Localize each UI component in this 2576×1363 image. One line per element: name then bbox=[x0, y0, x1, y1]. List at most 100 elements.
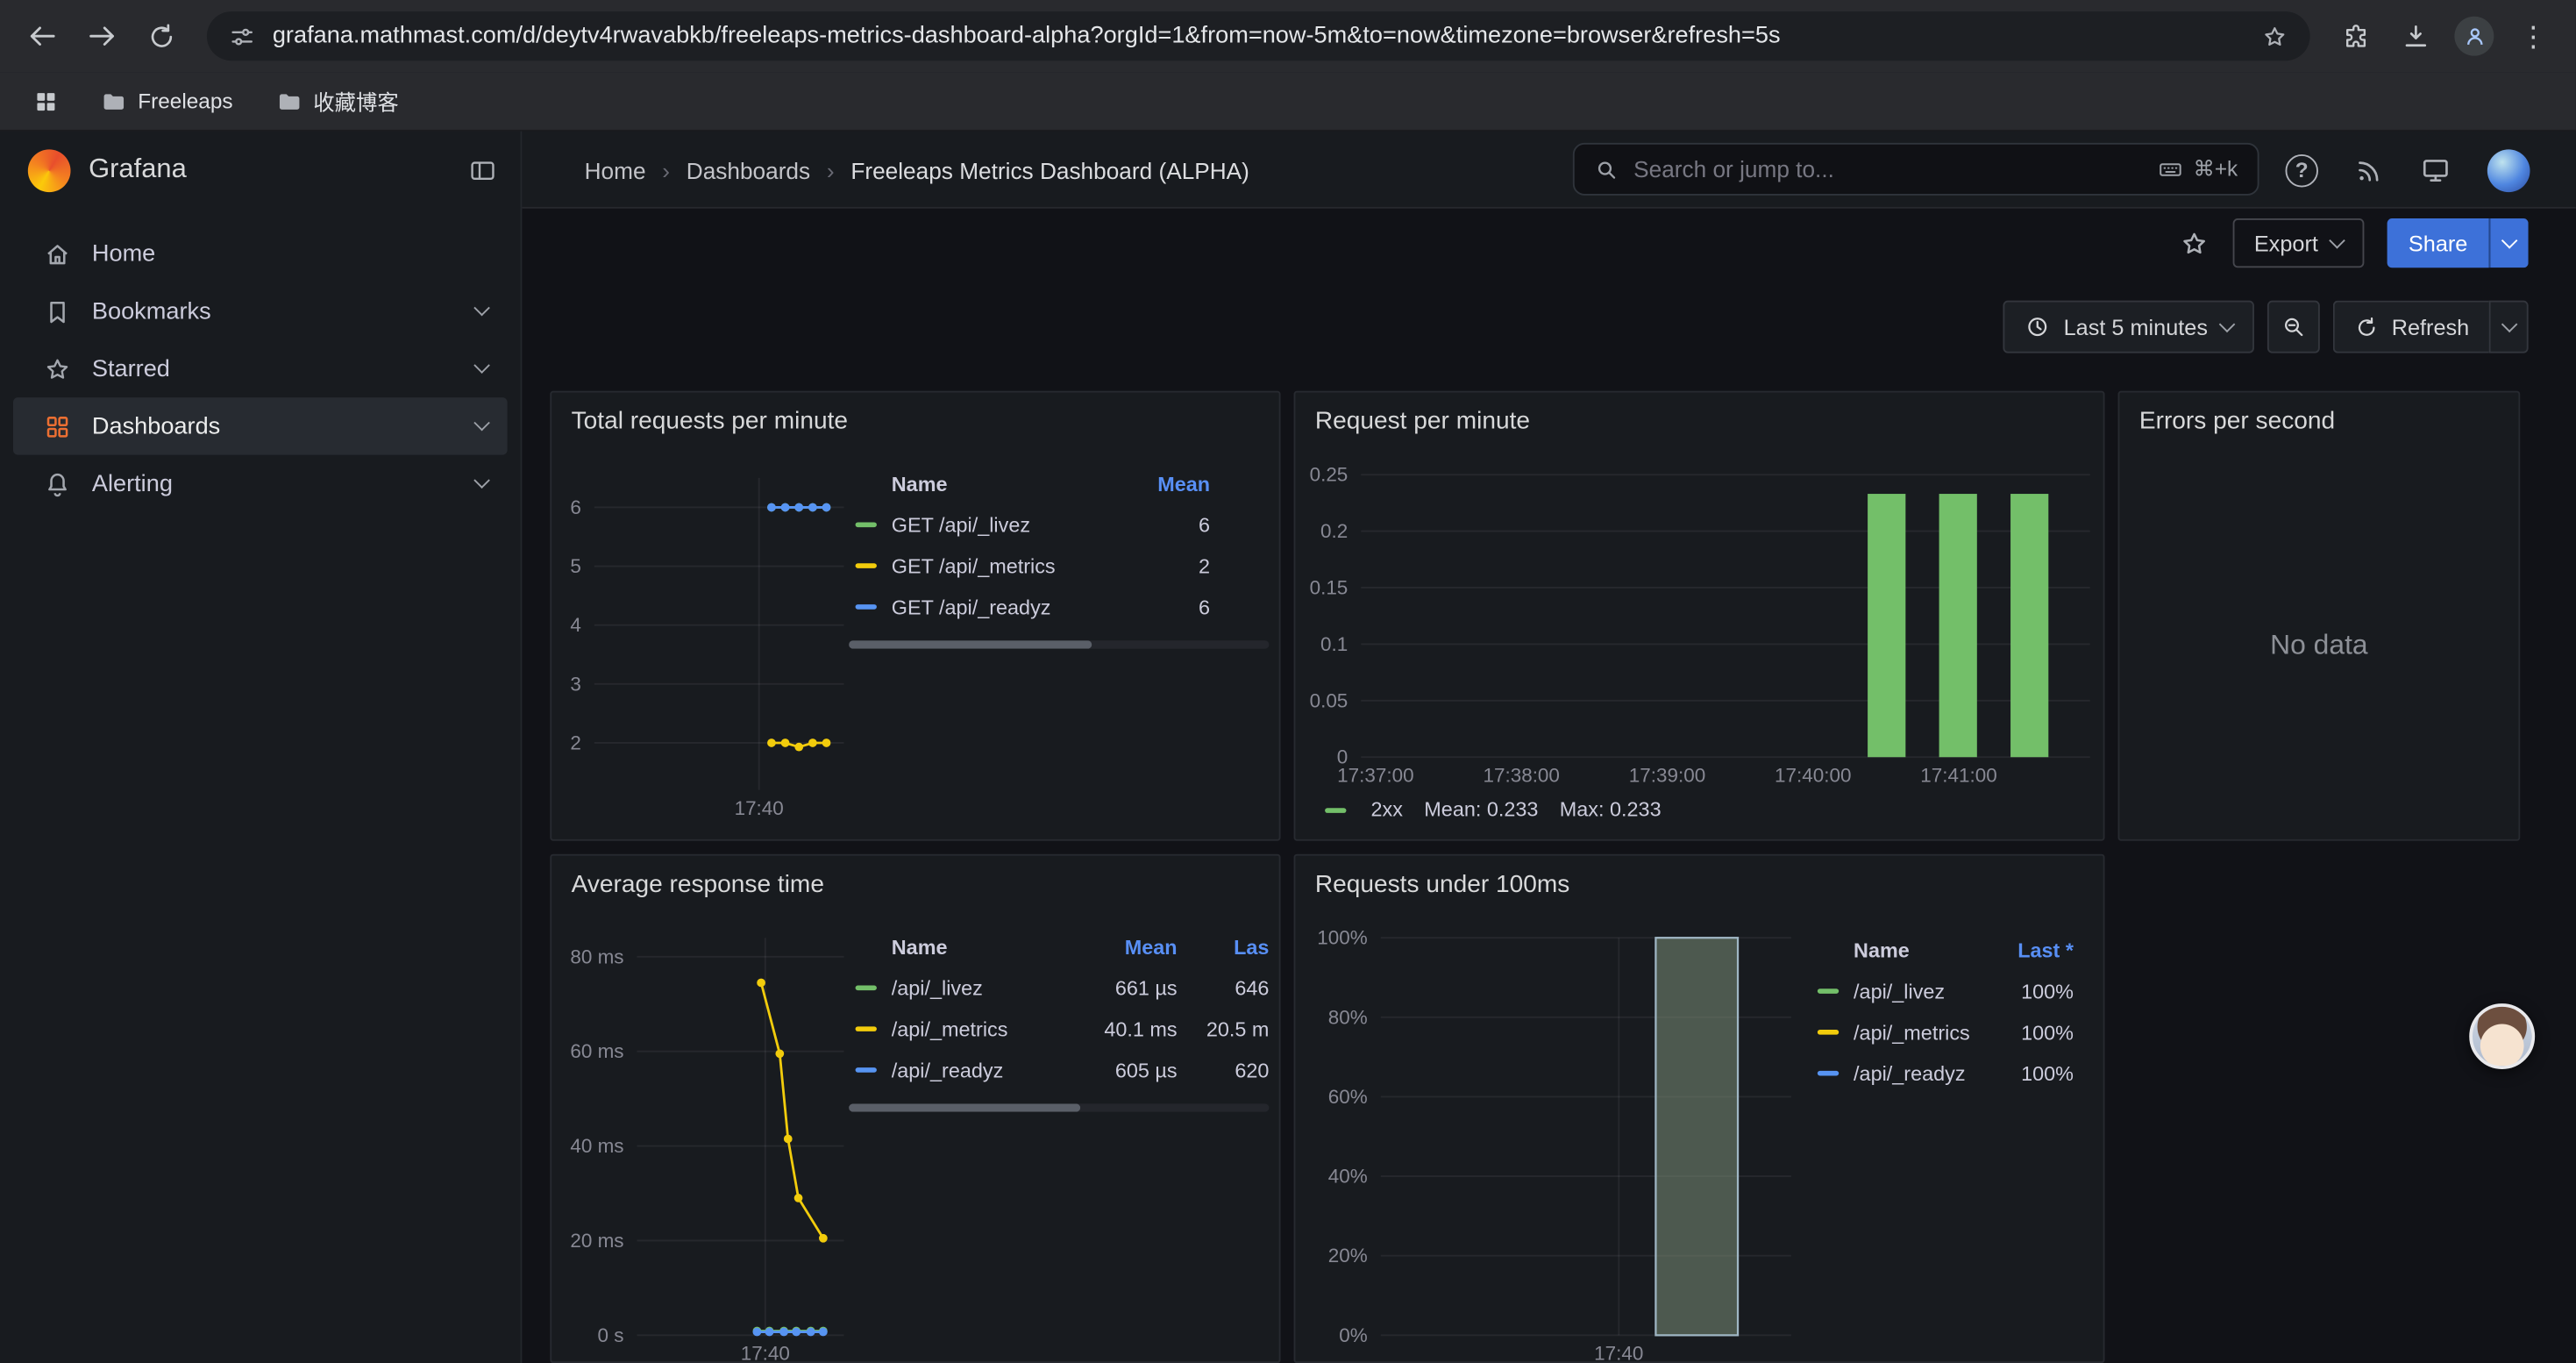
site-settings-icon[interactable] bbox=[228, 22, 256, 50]
search-input[interactable]: Search or jump to... ⌘+k bbox=[1573, 143, 2259, 196]
export-button[interactable]: Export bbox=[2232, 218, 2364, 268]
series-color-swatch[interactable] bbox=[856, 604, 877, 610]
legend-row: GET /api/_metrics 2 bbox=[849, 546, 1269, 587]
legend-series-name[interactable]: /api/_metrics bbox=[892, 1017, 1078, 1040]
legend-scrollbar[interactable] bbox=[849, 640, 1269, 648]
svg-text:0.05: 0.05 bbox=[1310, 689, 1348, 711]
series-color-swatch[interactable] bbox=[856, 986, 877, 991]
legend-series-name[interactable]: /api/_livez bbox=[892, 976, 1078, 999]
panel-average-response-time: Average response time 80 ms60 ms40 ms20 … bbox=[550, 854, 1280, 1363]
share-menu-caret[interactable] bbox=[2489, 218, 2529, 268]
time-range-picker[interactable]: Last 5 minutes bbox=[2003, 301, 2253, 353]
legend-row: /api/_metrics 40.1 ms 20.5 m bbox=[849, 1009, 1269, 1050]
legend-header-last[interactable]: Last * bbox=[1995, 939, 2074, 962]
svg-text:17:38:00: 17:38:00 bbox=[1483, 764, 1559, 786]
user-avatar[interactable] bbox=[2487, 148, 2530, 191]
favorite-star-icon[interactable] bbox=[2179, 227, 2210, 259]
chevron-down-icon[interactable] bbox=[473, 357, 490, 374]
sidebar-item-dashboards[interactable]: Dashboards bbox=[13, 397, 508, 455]
breadcrumb-current: Freeleaps Metrics Dashboard (ALPHA) bbox=[850, 157, 1249, 183]
legend-header-mean[interactable]: Mean bbox=[1112, 473, 1210, 496]
refresh-button[interactable]: Refresh bbox=[2332, 301, 2488, 353]
sidebar-item-alerting[interactable]: Alerting bbox=[13, 455, 508, 513]
legend-header-name[interactable]: Name bbox=[849, 473, 1112, 496]
panel-title[interactable]: Errors per second bbox=[2139, 407, 2335, 435]
panel-title[interactable]: Total requests per minute bbox=[572, 407, 848, 435]
share-button[interactable]: Share bbox=[2387, 218, 2489, 268]
chevron-down-icon bbox=[2501, 232, 2518, 248]
dashboard-actions: Export Share bbox=[522, 209, 2575, 278]
legend-header-name[interactable]: Name bbox=[1811, 939, 1995, 962]
series-color-swatch[interactable] bbox=[1818, 1030, 1839, 1035]
home-icon bbox=[43, 239, 73, 268]
monitor-icon[interactable] bbox=[2420, 154, 2451, 186]
sidebar-item-home[interactable]: Home bbox=[13, 225, 508, 283]
extensions-icon[interactable] bbox=[2330, 10, 2382, 62]
legend-last-value: 646 bbox=[1184, 976, 1269, 999]
bookmark-folder-freeleaps[interactable]: Freeleaps bbox=[85, 82, 247, 121]
forward-button[interactable] bbox=[75, 10, 128, 62]
back-button[interactable] bbox=[17, 10, 69, 62]
breadcrumb-home[interactable]: Home bbox=[585, 157, 646, 183]
sidebar-item-bookmarks[interactable]: Bookmarks bbox=[13, 282, 508, 340]
legend-series-name[interactable]: /api/_livez bbox=[1854, 980, 1995, 1003]
scrollbar-thumb[interactable] bbox=[849, 1103, 1080, 1111]
svg-text:17:40:00: 17:40:00 bbox=[1775, 764, 1851, 786]
bookmark-star-icon[interactable] bbox=[2260, 22, 2288, 50]
app-header: Home › Dashboards › Freeleaps Metrics Da… bbox=[522, 132, 2575, 209]
chevron-down-icon[interactable] bbox=[473, 472, 490, 489]
chevron-down-icon bbox=[2329, 232, 2345, 248]
legend-mean-value: 661 µs bbox=[1078, 976, 1177, 999]
svg-text:0 s: 0 s bbox=[598, 1324, 624, 1346]
sidebar-header: Grafana bbox=[0, 132, 521, 209]
bookmark-folder-blogs[interactable]: 收藏博客 bbox=[260, 79, 413, 124]
browser-menu-icon[interactable]: ⋮ bbox=[2507, 10, 2559, 62]
svg-text:0.1: 0.1 bbox=[1320, 633, 1348, 655]
help-icon[interactable]: ? bbox=[2286, 153, 2318, 186]
browser-profile-avatar[interactable] bbox=[2448, 10, 2501, 62]
apps-grid-icon[interactable] bbox=[19, 75, 72, 127]
series-color-swatch[interactable] bbox=[1818, 988, 1839, 994]
reload-button[interactable] bbox=[135, 10, 188, 62]
legend-series-name[interactable]: /api/_readyz bbox=[1854, 1062, 1995, 1085]
legend-mean-value: 6 bbox=[1112, 596, 1210, 618]
chevron-down-icon[interactable] bbox=[473, 300, 490, 317]
bookmark-icon bbox=[43, 296, 73, 326]
breadcrumb-dashboards[interactable]: Dashboards bbox=[687, 157, 810, 183]
search-icon bbox=[1594, 157, 1619, 182]
series-color-swatch[interactable] bbox=[856, 1026, 877, 1031]
legend-mean: Mean: 0.233 bbox=[1424, 798, 1538, 821]
refresh-interval-caret[interactable] bbox=[2489, 301, 2529, 353]
avg-response-chart: 80 ms60 ms40 ms20 ms0 s17:40 bbox=[561, 928, 850, 1363]
series-color-swatch[interactable] bbox=[1818, 1071, 1839, 1076]
scrollbar-thumb[interactable] bbox=[849, 640, 1092, 648]
series-color-swatch[interactable] bbox=[856, 1067, 877, 1073]
chevron-down-icon[interactable] bbox=[473, 415, 490, 432]
sidebar-toggle-icon[interactable] bbox=[468, 155, 498, 185]
series-color-swatch[interactable] bbox=[856, 522, 877, 527]
legend-series-name[interactable]: /api/_readyz bbox=[892, 1059, 1078, 1081]
legend-mean-value: 605 µs bbox=[1078, 1059, 1177, 1081]
sidebar-item-starred[interactable]: Starred bbox=[13, 340, 508, 398]
legend-series-name[interactable]: GET /api/_metrics bbox=[892, 554, 1112, 577]
legend-header-name[interactable]: Name bbox=[849, 936, 1078, 959]
panel-title[interactable]: Requests under 100ms bbox=[1315, 870, 1569, 898]
rss-icon[interactable] bbox=[2354, 155, 2384, 185]
panel-title[interactable]: Average response time bbox=[572, 870, 824, 898]
url-bar[interactable]: grafana.mathmast.com/d/deytv4rwavabkb/fr… bbox=[207, 11, 2310, 61]
legend-last-value: 100% bbox=[1995, 1021, 2074, 1044]
panel-title[interactable]: Request per minute bbox=[1315, 407, 1530, 435]
legend-series[interactable]: 2xx bbox=[1319, 798, 1403, 821]
legend-scrollbar[interactable] bbox=[849, 1103, 1269, 1111]
legend-series-name[interactable]: /api/_metrics bbox=[1854, 1021, 1995, 1044]
series-color-swatch[interactable] bbox=[856, 563, 877, 568]
floating-avatar[interactable] bbox=[2469, 1003, 2535, 1069]
downloads-icon[interactable] bbox=[2388, 10, 2441, 62]
zoom-out-icon[interactable] bbox=[2266, 301, 2319, 353]
grafana-logo[interactable] bbox=[28, 148, 71, 191]
legend-series-name[interactable]: GET /api/_livez bbox=[892, 513, 1112, 536]
time-controls: Last 5 minutes Refresh bbox=[522, 299, 2575, 355]
legend-header-last[interactable]: Las bbox=[1184, 936, 1269, 959]
legend-header-mean[interactable]: Mean bbox=[1078, 936, 1177, 959]
legend-series-name[interactable]: GET /api/_readyz bbox=[892, 596, 1112, 618]
